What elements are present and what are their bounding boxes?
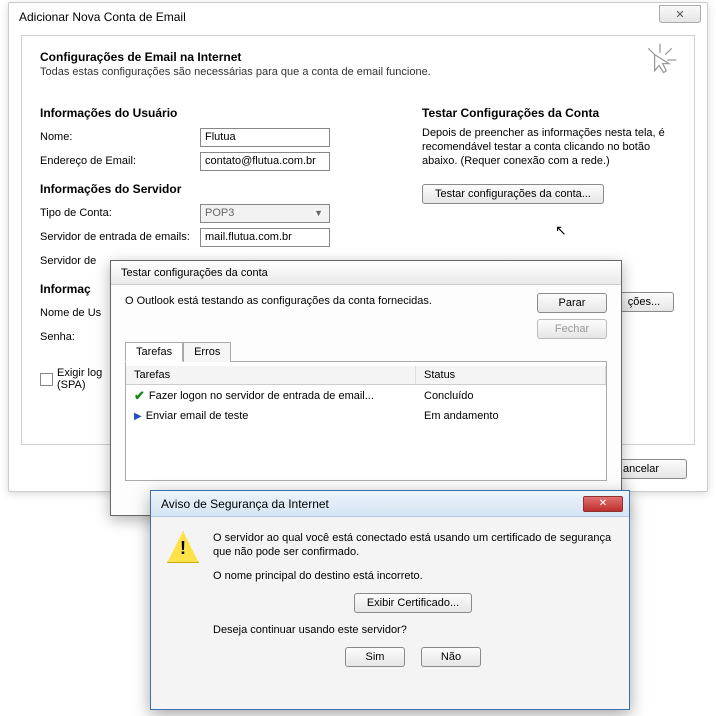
- chevron-down-icon: ▼: [314, 208, 325, 218]
- stop-button[interactable]: Parar: [537, 293, 607, 313]
- task-status: Concluído: [424, 390, 598, 402]
- task-status: Em andamento: [424, 410, 598, 422]
- main-close-button[interactable]: ✕: [659, 5, 701, 23]
- view-certificate-button[interactable]: Exibir Certificado...: [354, 593, 472, 613]
- task-row: ▶ Enviar email de teste Em andamento: [126, 407, 606, 425]
- warn-title-text: Aviso de Segurança da Internet: [161, 497, 329, 511]
- server-section-header: Informações do Servidor: [40, 182, 420, 196]
- test-dialog-title: Testar configurações da conta: [121, 267, 268, 279]
- name-label: Nome:: [40, 131, 200, 143]
- tab-tasks[interactable]: Tarefas: [125, 342, 183, 362]
- main-titlebar[interactable]: Adicionar Nova Conta de Email: [9, 3, 707, 31]
- more-settings-button[interactable]: ções...: [614, 292, 674, 312]
- spa-label: Exigir log (SPA): [57, 367, 102, 391]
- name-input[interactable]: [200, 128, 330, 147]
- task-row: ✔ Fazer logon no servidor de entrada de e…: [126, 385, 606, 407]
- task-text: Enviar email de teste: [146, 410, 249, 422]
- spa-checkbox[interactable]: [40, 373, 53, 386]
- col-tasks-header[interactable]: Tarefas: [126, 366, 416, 384]
- warn-titlebar[interactable]: Aviso de Segurança da Internet ✕: [151, 491, 629, 517]
- test-description: Depois de preencher as informações nesta…: [422, 126, 678, 168]
- email-input[interactable]: [200, 152, 330, 171]
- tab-errors[interactable]: Erros: [183, 342, 231, 362]
- panel-subtext: Todas estas configurações são necessária…: [40, 66, 676, 78]
- test-heading: Testar Configurações da Conta: [422, 106, 678, 120]
- accttype-select[interactable]: POP3 ▼: [200, 204, 330, 223]
- incoming-label: Servidor de entrada de emails:: [40, 231, 200, 243]
- yes-button[interactable]: Sim: [345, 647, 405, 667]
- test-dialog-titlebar[interactable]: Testar configurações da conta: [111, 261, 621, 285]
- email-label: Endereço de Email:: [40, 155, 200, 167]
- close-icon: ✕: [599, 498, 607, 509]
- main-title: Adicionar Nova Conta de Email: [19, 10, 186, 24]
- warn-p2: O nome principal do destino está incorre…: [213, 569, 613, 583]
- test-account-button[interactable]: Testar configurações da conta...: [422, 184, 604, 204]
- tasks-pane: Tarefas Status ✔ Fazer logon no servidor …: [125, 361, 607, 481]
- warning-icon: [167, 531, 199, 563]
- check-icon: ✔: [134, 388, 145, 404]
- no-button[interactable]: Não: [421, 647, 481, 667]
- task-text: Fazer logon no servidor de entrada de em…: [149, 390, 374, 402]
- warn-p3: Deseja continuar usando este servidor?: [213, 623, 613, 637]
- cursor-star-icon: [642, 42, 678, 78]
- accttype-value: POP3: [205, 207, 234, 219]
- progress-arrow-icon: ▶: [134, 411, 142, 422]
- test-message: O Outlook está testando as configurações…: [125, 295, 465, 307]
- incoming-input[interactable]: [200, 228, 330, 247]
- close-test-button: Fechar: [537, 319, 607, 339]
- user-section-header: Informações do Usuário: [40, 106, 420, 120]
- panel-heading: Configurações de Email na Internet: [40, 50, 676, 64]
- security-warning-dialog: Aviso de Segurança da Internet ✕ O servi…: [150, 490, 630, 710]
- warn-close-button[interactable]: ✕: [583, 496, 623, 512]
- col-status-header[interactable]: Status: [416, 366, 606, 384]
- accttype-label: Tipo de Conta:: [40, 207, 200, 219]
- test-account-dialog: Testar configurações da conta O Outlook …: [110, 260, 622, 516]
- close-icon: ✕: [675, 8, 684, 21]
- warn-p1: O servidor ao qual você está conectado e…: [213, 531, 613, 559]
- right-column: Testar Configurações da Conta Depois de …: [422, 106, 678, 204]
